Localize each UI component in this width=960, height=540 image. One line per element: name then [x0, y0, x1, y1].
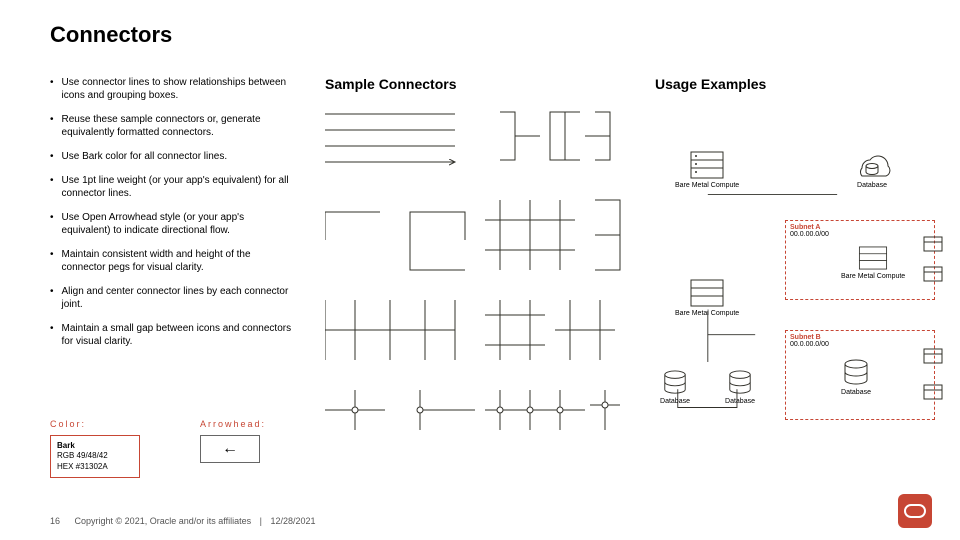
bullet-item: Align and center connector lines by each… [50, 285, 295, 311]
color-hex: HEX #31302A [57, 462, 108, 471]
footer: 16 Copyright © 2021, Oracle and/or its a… [50, 516, 316, 526]
subnet-b-box: Subnet B 00.0.00.0/00 Database [785, 330, 935, 420]
arrowhead-meta: Arrowhead: ← [200, 419, 266, 478]
bullet-item: Maintain a small gap between icons and c… [50, 322, 295, 348]
card-icon [922, 345, 944, 367]
database-icon: Database [725, 370, 755, 405]
bullet-item: Maintain consistent width and height of … [50, 248, 295, 274]
color-label: Color: [50, 419, 140, 429]
bullet-item: Use Open Arrowhead style (or your app's … [50, 211, 295, 237]
meta-row: Color: Bark RGB 49/48/42 HEX #31302A Arr… [50, 419, 266, 478]
subnet-title: Subnet A [790, 224, 930, 231]
sample-column: Sample Connectors [325, 76, 625, 460]
oracle-logo-icon [898, 494, 932, 528]
usage-heading: Usage Examples [655, 76, 910, 92]
arrowhead-sample: ← [200, 435, 260, 463]
label: Database [841, 389, 871, 396]
bullet-item: Reuse these sample connectors or, genera… [50, 113, 295, 139]
columns: Use connector lines to show relationship… [50, 76, 910, 460]
bare-metal-compute-icon: Bare Metal Compute [675, 150, 739, 189]
color-swatch: Bark RGB 49/48/42 HEX #31302A [50, 435, 140, 478]
label: Bare Metal Compute [675, 182, 739, 189]
card-icon [922, 263, 944, 285]
page-title: Connectors [50, 22, 910, 48]
label: Database [857, 182, 887, 189]
footer-date: 12/28/2021 [270, 516, 315, 526]
subnet-a-box: Subnet A 00.0.00.0/00 Bare Metal Compute [785, 220, 935, 300]
subnet-cidr: 00.0.00.0/00 [790, 341, 930, 348]
usage-diagram: Bare Metal Compute Database Subnet A 00.… [655, 100, 910, 460]
label: Database [725, 398, 755, 405]
subnet-title: Subnet B [790, 334, 930, 341]
label: Bare Metal Compute [675, 310, 739, 317]
arrowhead-label: Arrowhead: [200, 419, 266, 429]
sample-heading: Sample Connectors [325, 76, 625, 92]
card-icon [922, 381, 944, 403]
label: Database [660, 398, 690, 405]
subnet-cidr: 00.0.00.0/00 [790, 231, 930, 238]
database-icon: Database [660, 370, 690, 405]
usage-column: Usage Examples Bare Metal Compute Databa… [655, 76, 910, 460]
bullet-item: Use Bark color for all connector lines. [50, 150, 295, 163]
label: Bare Metal Compute [841, 273, 905, 280]
sample-connectors-svg [325, 100, 625, 440]
color-name: Bark [57, 441, 75, 450]
card-icon [922, 233, 944, 255]
bare-metal-compute-icon: Bare Metal Compute [675, 278, 739, 317]
color-meta: Color: Bark RGB 49/48/42 HEX #31302A [50, 419, 140, 478]
bare-metal-compute-icon: Bare Metal Compute [841, 245, 905, 280]
guidelines-column: Use connector lines to show relationship… [50, 76, 295, 460]
color-rgb: RGB 49/48/42 [57, 451, 108, 460]
copyright: Copyright © 2021, Oracle and/or its affi… [75, 516, 252, 526]
database-cloud-icon: Database [850, 150, 894, 189]
page-number: 16 [50, 516, 60, 526]
bullet-item: Use connector lines to show relationship… [50, 76, 295, 102]
bullet-item: Use 1pt line weight (or your app's equiv… [50, 174, 295, 200]
bullet-list: Use connector lines to show relationship… [50, 76, 295, 348]
database-icon: Database [841, 359, 871, 396]
slide: Connectors Use connector lines to show r… [0, 0, 960, 540]
